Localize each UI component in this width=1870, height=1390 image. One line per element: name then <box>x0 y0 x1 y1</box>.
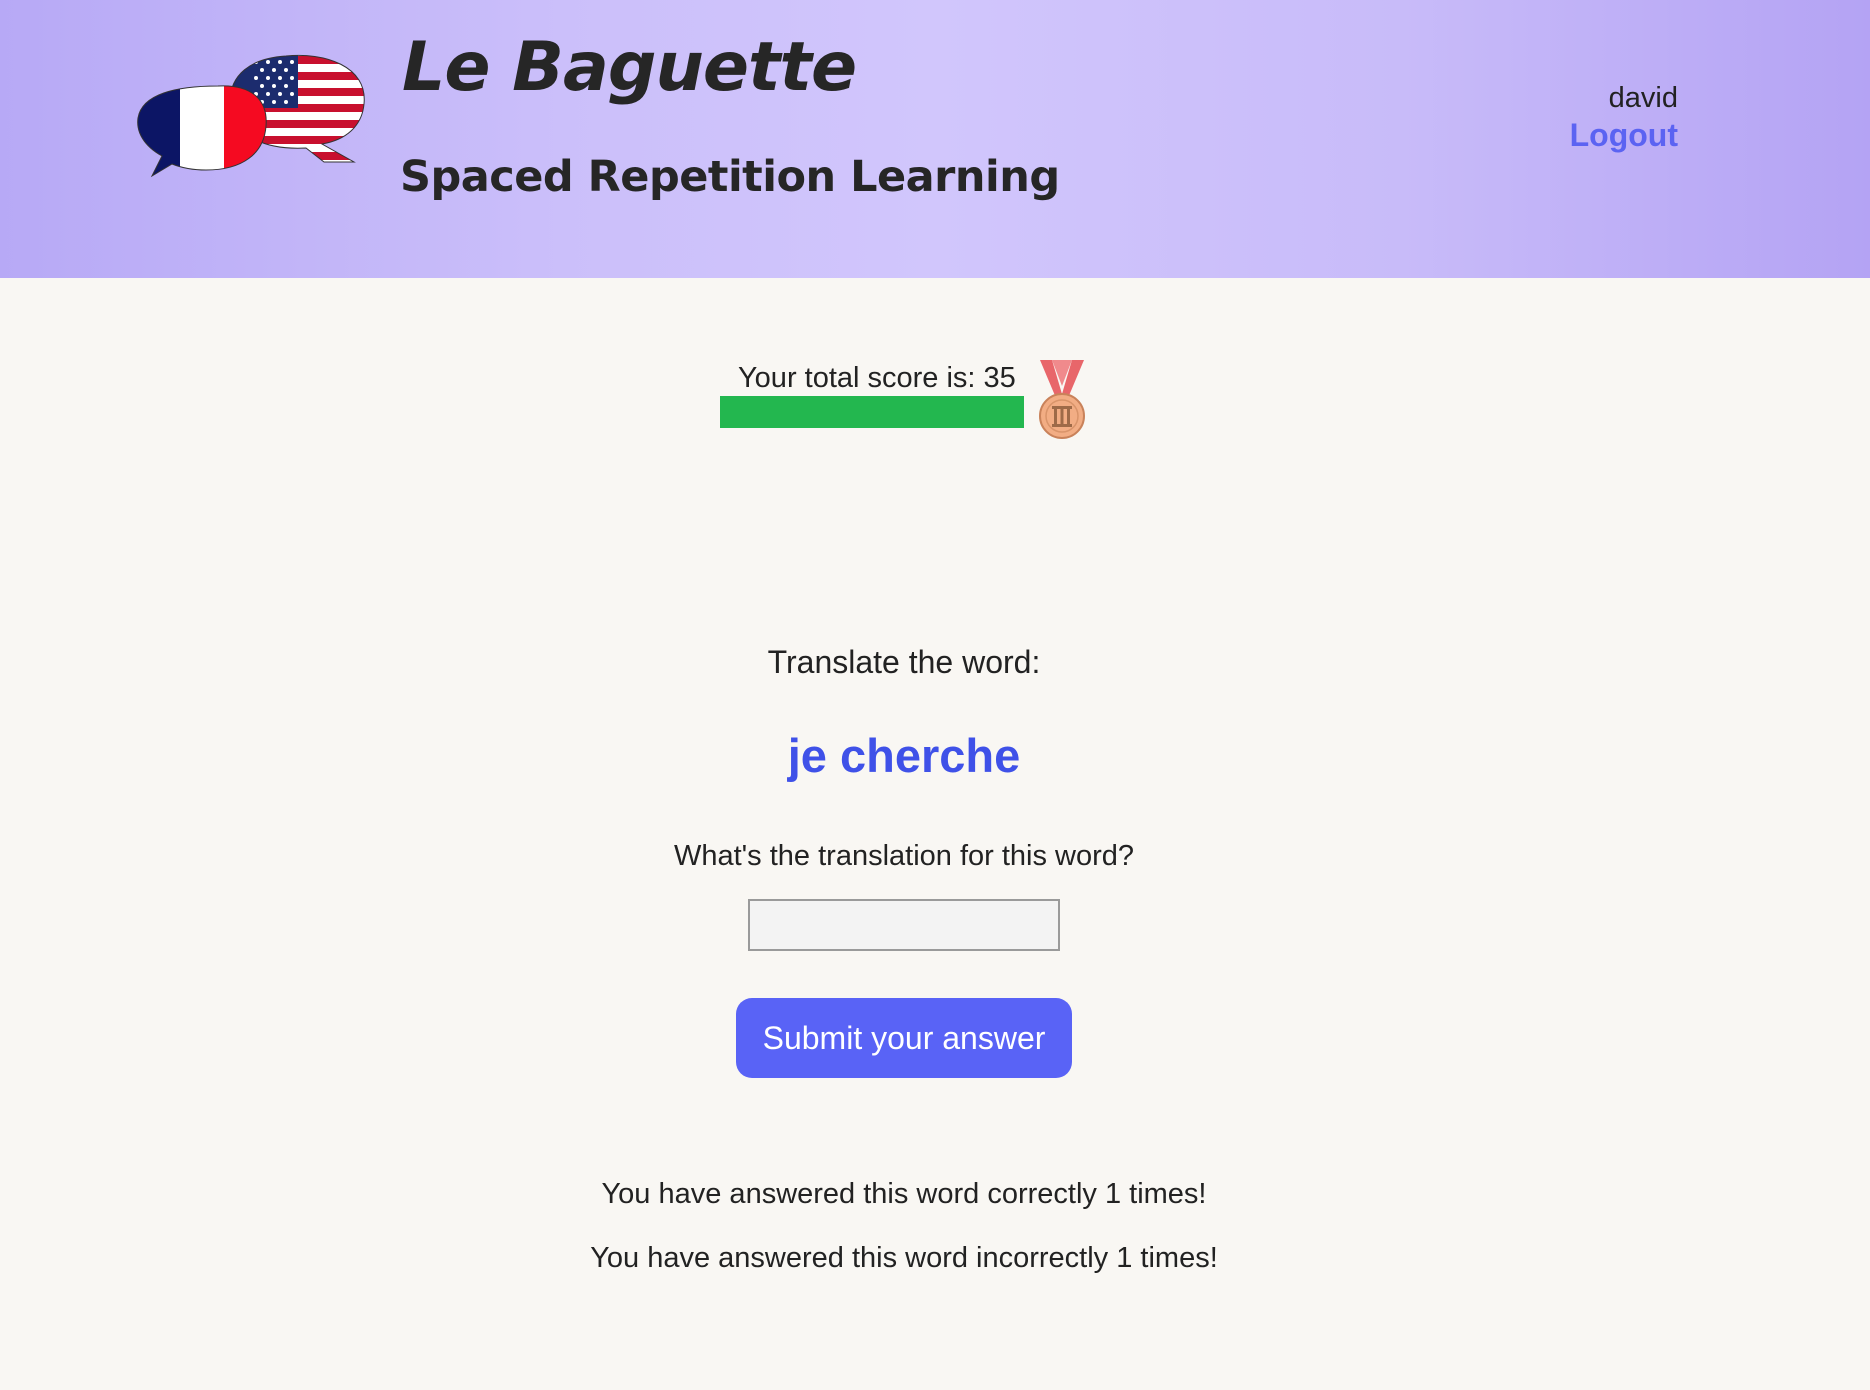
score-progress-bar <box>720 396 1024 428</box>
answer-input[interactable] <box>748 899 1060 951</box>
translate-prompt-label: Translate the word: <box>767 644 1041 680</box>
logout-link[interactable]: Logout <box>1570 116 1678 154</box>
app-title: Le Baguette <box>402 28 857 107</box>
user-menu: david Logout <box>1570 80 1678 154</box>
correct-count-text: You have answered this word correctly 1 … <box>601 1178 1207 1210</box>
score-panel: Your total score is: 35 <box>720 356 1100 446</box>
username-label: david <box>1608 82 1678 114</box>
bronze-medal-icon <box>1039 360 1085 439</box>
total-score-label: Your total score is: 35 <box>738 362 1016 394</box>
app-header: Le Baguette Spaced Repetition Learning d… <box>0 0 1870 278</box>
submit-answer-button[interactable]: Submit your answer <box>736 998 1072 1078</box>
score-progress-fill <box>720 396 1024 428</box>
french-american-speech-bubbles-icon <box>137 54 365 178</box>
app-subtitle: Spaced Repetition Learning <box>400 152 1060 202</box>
word-to-translate: je cherche <box>787 729 1021 782</box>
translation-question-label: What's the translation for this word? <box>673 840 1135 872</box>
incorrect-count-text: You have answered this word incorrectly … <box>590 1242 1218 1274</box>
